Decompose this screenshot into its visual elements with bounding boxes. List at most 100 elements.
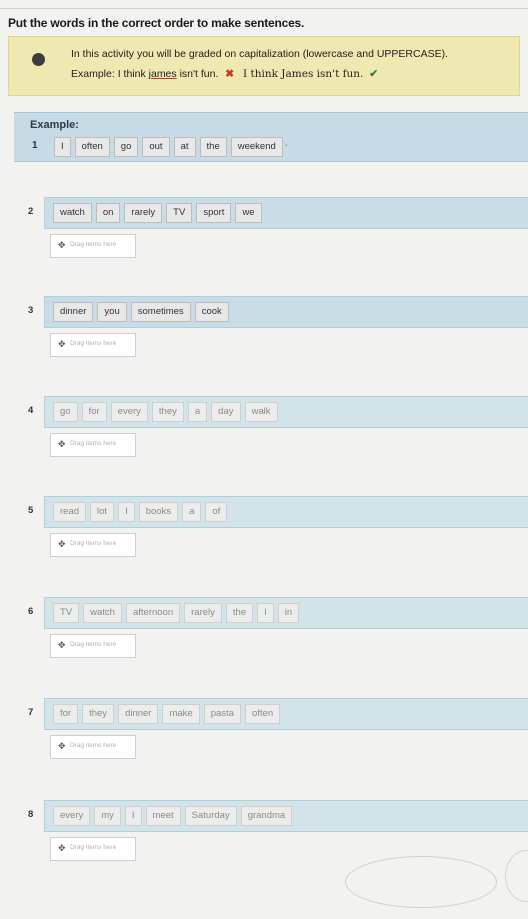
draggable-word-chip[interactable]: day <box>211 402 241 422</box>
draggable-word-chip[interactable]: often <box>244 704 281 724</box>
draggable-word-chip[interactable]: they <box>82 704 115 724</box>
example-box: Example: 1 Ioften go out at the weekend - <box>14 112 528 162</box>
drag-handle-icon: ✥ <box>58 640 66 650</box>
question-number: 7 <box>28 707 34 718</box>
draggable-word-chip[interactable]: every <box>53 806 91 826</box>
pen-mark <box>505 850 528 902</box>
cross-icon: ✖ <box>225 68 235 80</box>
example-word-list: Ioften go out at the weekend <box>54 137 283 157</box>
draggable-word-chip[interactable]: a <box>187 402 208 422</box>
drop-zone-placeholder: Drag items here <box>70 844 117 851</box>
draggable-word-chip[interactable]: my <box>94 806 121 826</box>
word-list: for they dinner make pasta often <box>53 704 281 724</box>
draggable-word-chip[interactable]: watch <box>53 203 92 223</box>
draggable-word-chip[interactable]: Saturday <box>184 806 237 826</box>
drop-zone-placeholder: Drag items here <box>70 340 117 347</box>
draggable-word-chip[interactable]: books <box>138 502 179 522</box>
word-list: read lot Ibooks a of <box>53 502 228 522</box>
answer-drop-zone[interactable]: ✥ Drag items here <box>50 433 136 457</box>
drag-handle-icon: ✥ <box>58 339 66 349</box>
example-arrow: - <box>284 140 288 151</box>
draggable-word-chip[interactable]: sport <box>196 203 232 223</box>
question-number: 3 <box>28 305 34 316</box>
word-bank: go for every they a day walk <box>44 396 528 428</box>
drag-handle-icon: ✥ <box>58 240 66 250</box>
example-word-chip: often <box>74 137 110 157</box>
draggable-word-chip[interactable]: sometimes <box>130 302 191 322</box>
word-list: every my Imeet Saturday grandma <box>53 806 293 826</box>
draggable-word-chip[interactable]: the <box>225 603 254 623</box>
question-number: 8 <box>28 809 34 820</box>
answer-drop-zone[interactable]: ✥ Drag items here <box>50 735 136 759</box>
draggable-word-chip[interactable]: TV <box>53 603 80 623</box>
draggable-word-chip[interactable]: TV <box>166 203 193 223</box>
drop-zone-placeholder: Drag items here <box>70 641 117 648</box>
word-list: go for every they a day walk <box>53 402 278 422</box>
draggable-word-chip[interactable]: lot <box>90 502 115 522</box>
answer-drop-zone[interactable]: ✥ Drag items here <box>50 634 136 658</box>
word-bank: read lot Ibooks a of <box>44 496 528 528</box>
draggable-word-chip[interactable]: for <box>53 704 79 724</box>
notice-example: Example: I think james isn't fun. ✖ I th… <box>71 68 378 80</box>
notice-example-prefix: Example: <box>71 68 115 80</box>
top-divider <box>0 8 528 9</box>
draggable-word-chip[interactable]: in <box>277 603 300 623</box>
example-word-chip: out <box>142 137 170 157</box>
notice-example-wrong-end: isn't fun. <box>176 68 219 80</box>
word-bank: dinner you sometimes cook <box>44 296 528 328</box>
draggable-word-chip[interactable]: they <box>151 402 184 422</box>
example-word-chip: the <box>199 137 227 157</box>
draggable-word-chip[interactable]: pasta <box>203 704 241 724</box>
question-number: 2 <box>28 206 34 217</box>
draggable-word-chip[interactable]: rarely <box>124 203 163 223</box>
draggable-word-chip[interactable]: walk <box>244 402 278 422</box>
drag-handle-icon: ✥ <box>58 741 66 751</box>
draggable-word-chip[interactable]: on <box>95 203 121 223</box>
word-bank: watch on rarely TV sport we <box>44 197 528 229</box>
question-number: 5 <box>28 505 34 516</box>
notice-text: In this activity you will be graded on c… <box>71 48 449 60</box>
draggable-word-chip[interactable]: for <box>81 402 107 422</box>
drag-handle-icon: ✥ <box>58 539 66 549</box>
example-number: 1 <box>32 140 38 151</box>
answer-drop-zone[interactable]: ✥ Drag items here <box>50 234 136 258</box>
draggable-word-chip[interactable]: afternoon <box>125 603 181 623</box>
draggable-word-chip[interactable]: watch <box>83 603 122 623</box>
draggable-word-chip[interactable]: of <box>205 502 228 522</box>
draggable-word-chip[interactable]: I <box>118 502 135 522</box>
draggable-word-chip[interactable]: read <box>53 502 87 522</box>
draggable-word-chip[interactable]: a <box>182 502 202 522</box>
notice-example-wrong-start: I think <box>117 68 149 80</box>
drop-zone-placeholder: Drag items here <box>70 540 117 547</box>
drag-handle-icon: ✥ <box>58 843 66 853</box>
draggable-word-chip[interactable]: dinner <box>53 302 94 322</box>
drop-zone-placeholder: Drag items here <box>70 241 117 248</box>
question-number: 6 <box>28 606 34 617</box>
draggable-word-chip[interactable]: cook <box>194 302 229 322</box>
draggable-word-chip[interactable]: you <box>97 302 127 322</box>
pen-mark <box>345 856 497 908</box>
answer-drop-zone[interactable]: ✥ Drag items here <box>50 333 136 357</box>
word-list: TV watch afternoon rarely the Iin <box>53 603 300 623</box>
word-list: dinner you sometimes cook <box>53 302 229 322</box>
notice-example-correct: I think James isn't fun. <box>243 68 364 80</box>
word-bank: every my Imeet Saturday grandma <box>44 800 528 832</box>
draggable-word-chip[interactable]: I <box>124 806 142 826</box>
answer-drop-zone[interactable]: ✥ Drag items here <box>50 533 136 557</box>
check-icon: ✔ <box>369 68 379 80</box>
draggable-word-chip[interactable]: dinner <box>118 704 159 724</box>
word-list: watch on rarely TV sport we <box>53 203 262 223</box>
draggable-word-chip[interactable]: rarely <box>184 603 222 623</box>
draggable-word-chip[interactable]: I <box>257 603 274 623</box>
draggable-word-chip[interactable]: meet <box>145 806 181 826</box>
draggable-word-chip[interactable]: we <box>235 203 262 223</box>
draggable-word-chip[interactable]: every <box>110 402 148 422</box>
drag-handle-icon: ✥ <box>58 439 66 449</box>
draggable-word-chip[interactable]: make <box>162 704 200 724</box>
example-word-chip: weekend <box>230 137 283 157</box>
draggable-word-chip[interactable]: grandma <box>240 806 293 826</box>
answer-drop-zone[interactable]: ✥ Drag items here <box>50 837 136 861</box>
instruction-title: Put the words in the correct order to ma… <box>8 16 305 30</box>
draggable-word-chip[interactable]: go <box>53 402 78 422</box>
example-word-chip: go <box>113 137 139 157</box>
